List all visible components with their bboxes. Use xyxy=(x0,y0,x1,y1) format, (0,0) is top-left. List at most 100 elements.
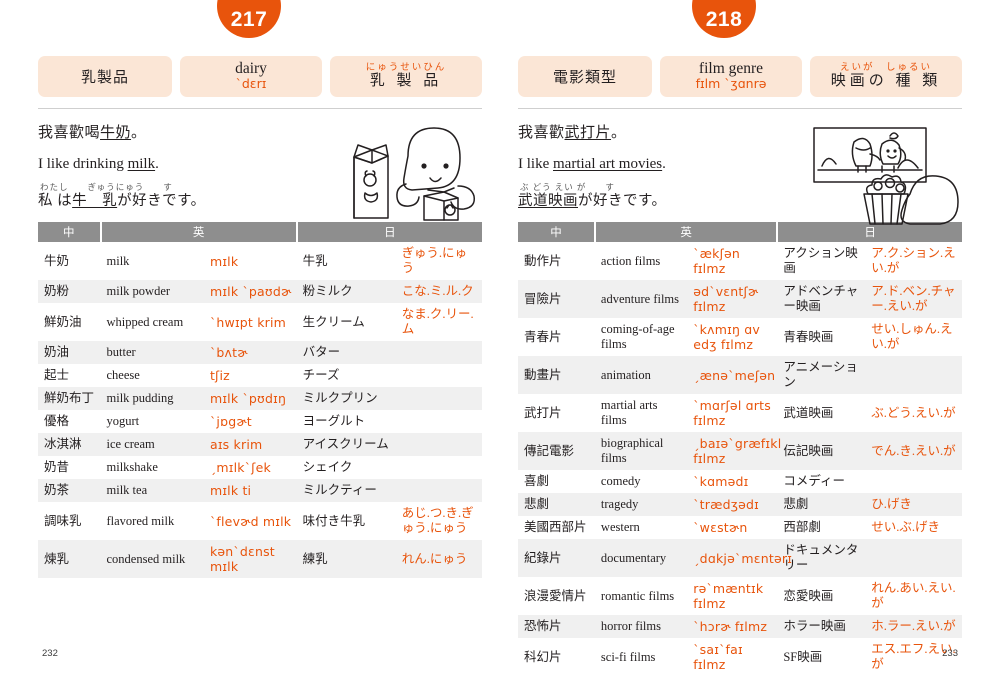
cell-ipa: ˏdɑkjəˋmɛntərɪ xyxy=(693,550,793,566)
cell-english: adventure films xyxy=(600,291,680,306)
cell-chinese: 浪漫愛情片 xyxy=(524,588,587,603)
cell-kana: ア.ド.ベン.チャー.えい.が xyxy=(871,284,956,313)
header-english-ipa: fɪlm ˋʒɑnrə xyxy=(695,76,767,92)
cell-english: whipped cream xyxy=(106,314,184,329)
cell-ipa: mɪlk ti xyxy=(209,483,252,498)
header-divider xyxy=(518,108,962,109)
table-row: 奶油 butter ˋbʌtɚ バター xyxy=(38,341,482,364)
table-row: 鮮奶布丁 milk pudding mɪlk ˋpʊdɪŋ ミルクプリン xyxy=(38,387,482,410)
table-row: 奶粉 milk powder mɪlk ˋpaʊdɚ 粉ミルク こな.ミ.ル.ク xyxy=(38,280,482,303)
example-japanese-keyword: 牛 乳 xyxy=(72,193,118,209)
cell-chinese: 傳記電影 xyxy=(524,443,575,458)
cell-japanese: 牛乳 xyxy=(302,253,328,268)
cell-chinese: 起士 xyxy=(44,368,70,382)
cell-kana xyxy=(865,470,962,493)
cell-japanese: 悲劇 xyxy=(783,497,809,511)
example-sentence-block: 我喜歡喝牛奶。 I like drinking milk. わたし ぎゅうにゅう… xyxy=(38,122,482,221)
header-chinese-term: 乳製品 xyxy=(80,70,129,86)
cell-english: martial arts films xyxy=(600,398,658,427)
cell-chinese: 鮮奶油 xyxy=(44,314,82,329)
cell-japanese: アクション映画 xyxy=(783,246,858,275)
cell-japanese: 西部劇 xyxy=(783,520,821,534)
example-english-suffix: . xyxy=(662,155,666,172)
header-english-word: dairy xyxy=(235,60,267,78)
table-row: 青春片 coming-of-age films ˋkʌmɪŋ ɑv edʒ fɪlm… xyxy=(518,318,962,356)
cell-kana: せい.ぶ.げき xyxy=(871,520,941,534)
table-row: 起士 cheese tʃiz チーズ xyxy=(38,364,482,387)
cell-ipa: ˋjɒgɚt xyxy=(209,414,252,429)
vocabulary-rows-left: 牛奶 milk mɪlk 牛乳 ぎゅう.にゅう 奶粉 milk powder mɪlk ˋpa… xyxy=(38,242,482,578)
header-japanese-term: 乳 製 品 xyxy=(369,73,443,90)
cell-ipa: ˏbaɪəˋgræfɪkl fɪlmz xyxy=(693,436,782,466)
cell-chinese: 煉乳 xyxy=(44,551,70,566)
cell-chinese: 調味乳 xyxy=(44,513,82,528)
cell-kana: でん.き.えい.が xyxy=(871,443,956,458)
example-english-keyword: martial art movies xyxy=(553,155,663,172)
header-english-word: film genre xyxy=(698,60,764,78)
cell-japanese: ミルクプリン xyxy=(302,391,378,405)
cell-japanese: ミルクティー xyxy=(302,483,377,497)
cell-kana xyxy=(865,539,962,577)
cell-kana: れん.にゅう xyxy=(401,551,468,566)
cell-chinese: 奶油 xyxy=(44,345,70,359)
header-english-box: film genre fɪlm ˋʒɑnrə xyxy=(660,56,802,97)
example-japanese-suffix: が好きです。 xyxy=(578,193,667,209)
cell-ipa: ˋflevɚd mɪlk xyxy=(209,513,292,529)
cell-japanese: アニメーション xyxy=(783,360,858,389)
cell-ipa: ˋtrædʒədɪ xyxy=(693,497,760,512)
example-chinese-keyword: 牛奶 xyxy=(100,125,132,141)
header-chinese-term: 電影類型 xyxy=(552,70,617,86)
cell-english: ice cream xyxy=(106,437,155,451)
cell-kana: せい.しゅん.えい.が xyxy=(871,322,953,351)
cell-ipa: rəˋmæntɪk fɪlmz xyxy=(693,581,764,611)
cell-chinese: 紀錄片 xyxy=(524,550,562,565)
cell-kana: なま.ク.リー.ム xyxy=(401,307,474,336)
cell-japanese: ホラー映画 xyxy=(783,619,846,633)
cell-english: documentary xyxy=(600,550,667,565)
header-japanese-furigana: えいが しゅるい xyxy=(839,62,932,73)
cell-japanese: 粉ミルク xyxy=(302,284,353,298)
example-japanese-keyword: 武道映画 xyxy=(518,193,578,209)
cell-chinese: 武打片 xyxy=(524,405,562,420)
cell-kana xyxy=(396,456,482,479)
cell-english: milkshake xyxy=(106,460,158,474)
page-number-right: 233 xyxy=(942,648,958,659)
example-english-suffix: . xyxy=(155,155,159,172)
cell-japanese: 伝記映画 xyxy=(783,443,834,458)
column-header-chinese: 中 xyxy=(38,222,102,242)
table-row: 牛奶 milk mɪlk 牛乳 ぎゅう.にゅう xyxy=(38,242,482,280)
cell-ipa: ˏmɪlkˋʃek xyxy=(209,460,271,475)
header-term-row: 電影類型 film genre fɪlm ˋʒɑnrə えいが しゅるい 映画の… xyxy=(518,56,962,97)
header-term-row: 乳製品 dairy ˋdɛrɪ にゅうせいひん 乳 製 品 xyxy=(38,56,482,97)
cell-ipa: tʃiz xyxy=(209,368,230,383)
table-row: 鮮奶油 whipped cream ˋhwɪpt krim 生クリーム なま.ク.リー.… xyxy=(38,303,482,341)
vocabulary-table-film-genre: 中 英 日 動作片 action films ˋækʃən fɪlmz アクション映画… xyxy=(518,222,962,676)
table-row: 美國西部片 western ˋwɛstɚn 西部劇 せい.ぶ.げき xyxy=(518,516,962,539)
cell-chinese: 奶昔 xyxy=(44,460,70,474)
example-sentence-block: 我喜歡武打片。 I like martial art movies. ぶ どう … xyxy=(518,122,962,225)
cell-kana: ぶ.どう.えい.が xyxy=(871,405,956,420)
example-chinese-keyword: 武打片 xyxy=(564,125,612,141)
cell-ipa: mɪlk xyxy=(209,253,239,269)
cell-english: tragedy xyxy=(600,497,639,511)
cell-english: butter xyxy=(106,345,136,359)
cell-chinese: 喜劇 xyxy=(524,474,550,488)
cell-japanese: 青春映画 xyxy=(783,329,834,344)
table-row: 浪漫愛情片 romantic films rəˋmæntɪk fɪlmz 恋愛映画 れん… xyxy=(518,577,962,615)
cell-chinese: 動畫片 xyxy=(524,367,562,382)
table-row: 動作片 action films ˋækʃən fɪlmz アクション映画 ア.ク.ショ… xyxy=(518,242,962,280)
cell-english: animation xyxy=(600,367,651,382)
cell-chinese: 優格 xyxy=(44,414,70,428)
cell-ipa: ˋhwɪpt krim xyxy=(209,314,287,330)
vocabulary-rows-right: 動作片 action films ˋækʃən fɪlmz アクション映画 ア.ク.ショ… xyxy=(518,242,962,676)
cell-chinese: 科幻片 xyxy=(524,649,562,664)
table-row: 冒險片 adventure films ədˋvɛntʃɚ fɪlmz アドベンチャー… xyxy=(518,280,962,318)
cell-japanese: 練乳 xyxy=(302,551,328,566)
example-chinese-prefix: 我喜歡喝 xyxy=(38,125,101,141)
book-spread: 217 乳製品 dairy ˋdɛrɪ にゅうせいひん 乳 製 品 我喜歡喝牛奶… xyxy=(0,0,1000,677)
cell-japanese: 味付き牛乳 xyxy=(302,513,366,528)
cell-japanese: 恋愛映画 xyxy=(783,588,834,603)
cell-english: milk tea xyxy=(106,483,148,497)
cell-chinese: 青春片 xyxy=(524,329,562,344)
cell-chinese: 動作片 xyxy=(524,253,562,268)
